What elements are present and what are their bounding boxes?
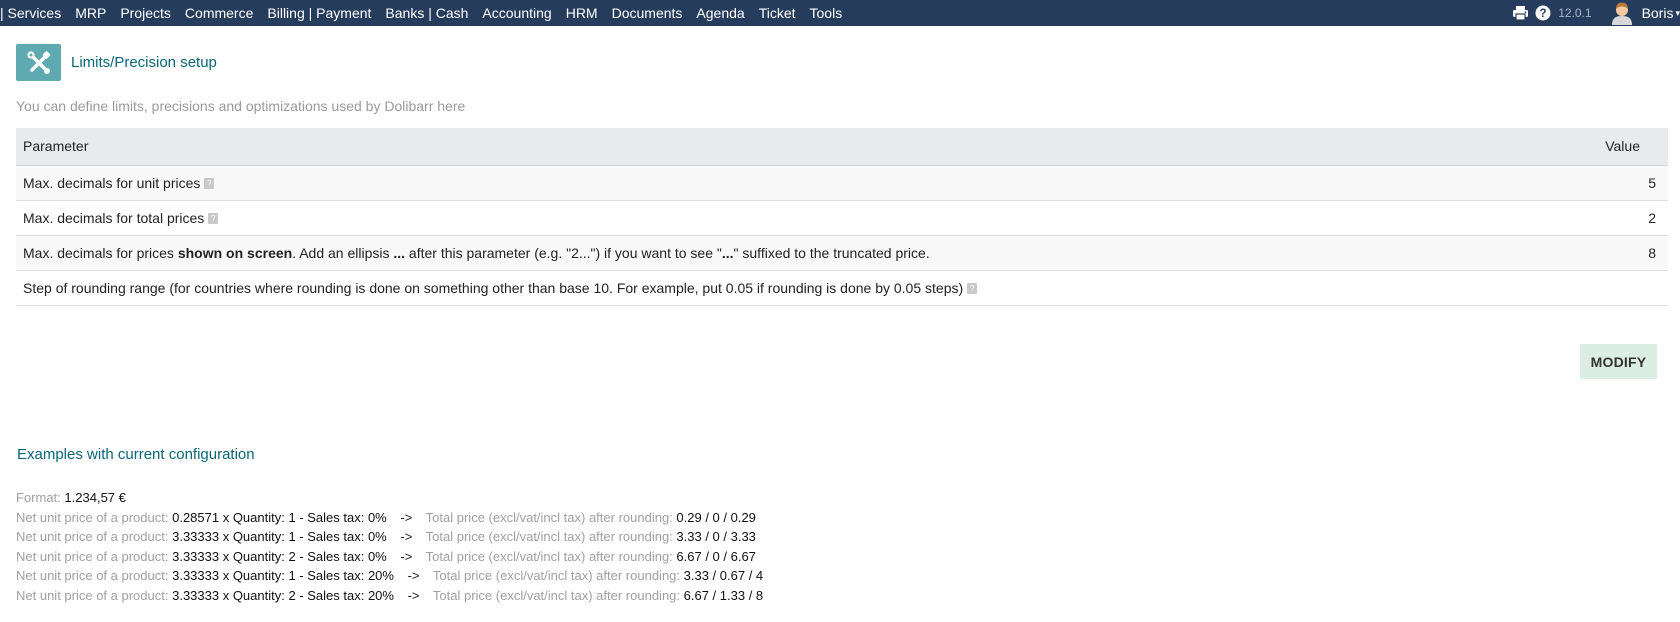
example-arrow: ->	[407, 587, 420, 603]
help-badge-icon[interactable]: ?	[967, 283, 978, 295]
version-label: 12.0.1	[1558, 6, 1592, 20]
top-navbar: | Services MRP Projects Commerce Billing…	[0, 0, 1680, 26]
example-line: Net unit price of a product: 0.28571 x Q…	[16, 508, 763, 528]
example-unit-label: Net unit price of a product:	[16, 529, 169, 544]
table-row: Max. decimals for total prices? 2	[16, 200, 1668, 236]
param-screen-decimals-bold: shown on screen	[177, 244, 293, 261]
main-menu: | Services MRP Projects Commerce Billing…	[0, 0, 849, 26]
menu-commerce[interactable]: Commerce	[178, 5, 260, 21]
menu-billing-payment[interactable]: Billing | Payment	[260, 5, 378, 21]
examples-title: Examples with current configuration	[17, 446, 255, 463]
example-total-label: Total price (excl/vat/incl tax) after ro…	[432, 568, 681, 583]
param-total-decimals-value: 2	[1548, 200, 1668, 236]
example-unit-value: 3.33333 x Quantity: 1 - Sales tax: 0%	[172, 529, 387, 544]
param-screen-decimals-text: . Add an ellipsis	[292, 244, 394, 261]
chevron-down-icon[interactable]: ▾	[1675, 8, 1680, 19]
example-unit-value: 3.33333 x Quantity: 2 - Sales tax: 20%	[172, 587, 394, 603]
example-arrow: ->	[400, 509, 413, 525]
row-label: Max. decimals for unit prices?	[16, 165, 1548, 201]
menu-documents[interactable]: Documents	[605, 5, 690, 21]
table-header-row: Parameter Value	[16, 128, 1668, 166]
format-line: Format: 1.234,57 €	[16, 488, 763, 508]
param-unit-decimals-value: 5	[1548, 165, 1668, 201]
example-arrow: ->	[407, 568, 420, 583]
modify-button[interactable]: MODIFY	[1580, 344, 1657, 379]
page-heading: Limits/Precision setup	[16, 44, 217, 81]
help-badge-icon[interactable]: ?	[208, 213, 219, 225]
examples-list: Format: 1.234,57 € Net unit price of a p…	[16, 488, 763, 605]
help-badge-icon[interactable]: ?	[204, 178, 215, 190]
example-unit-label: Net unit price of a product:	[16, 509, 169, 525]
user-avatar-icon[interactable]	[1610, 1, 1634, 25]
format-value: 1.234,57 €	[64, 490, 126, 505]
format-label: Format:	[16, 490, 61, 505]
param-total-decimals-label: Max. decimals for total prices	[23, 209, 205, 226]
menu-agenda[interactable]: Agenda	[689, 5, 751, 21]
example-line: Net unit price of a product: 3.33333 x Q…	[16, 586, 763, 606]
menu-hrm[interactable]: HRM	[559, 5, 605, 21]
param-screen-decimals-text2: after this parameter (e.g. "2...") if yo…	[405, 244, 722, 261]
example-unit-label: Net unit price of a product:	[16, 587, 169, 603]
header-parameter: Parameter	[16, 128, 1548, 166]
example-unit-label: Net unit price of a product:	[16, 548, 169, 564]
ellipsis-bold-2: ...	[721, 244, 734, 261]
param-screen-decimals-value: 8	[1548, 235, 1668, 271]
example-total-value: 3.33 / 0.67 / 4	[683, 568, 764, 583]
example-arrow: ->	[400, 548, 413, 564]
header-value: Value	[1548, 128, 1668, 166]
param-unit-decimals-label: Max. decimals for unit prices	[23, 174, 201, 191]
table-row: Max. decimals for unit prices? 5	[16, 165, 1668, 201]
table-row: Max. decimals for prices shown on screen…	[16, 235, 1668, 271]
menu-accounting[interactable]: Accounting	[475, 5, 558, 21]
example-unit-value: 3.33333 x Quantity: 2 - Sales tax: 0%	[172, 548, 387, 564]
param-screen-decimals-text3: " suffixed to the truncated price.	[733, 244, 930, 261]
menu-ticket[interactable]: Ticket	[752, 5, 803, 21]
page-title: Limits/Precision setup	[71, 54, 217, 71]
table-row: Step of rounding range (for countries wh…	[16, 270, 1668, 306]
menu-tools[interactable]: Tools	[803, 5, 850, 21]
tools-icon	[16, 44, 61, 81]
user-name-link[interactable]: Boris	[1642, 5, 1674, 21]
row-label: Step of rounding range (for countries wh…	[16, 270, 1548, 306]
menu-projects[interactable]: Projects	[113, 5, 178, 21]
page-description: You can define limits, precisions and op…	[16, 98, 466, 114]
menu-mrp[interactable]: MRP	[68, 5, 113, 21]
example-total-label: Total price (excl/vat/incl tax) after ro…	[425, 548, 673, 564]
example-line: Net unit price of a product: 3.33333 x Q…	[16, 547, 763, 567]
svg-text:?: ?	[1540, 8, 1547, 20]
example-total-value: 6.67 / 0 / 6.67	[676, 548, 756, 564]
parameters-table: Parameter Value Max. decimals for unit p…	[16, 128, 1668, 306]
example-unit-value: 3.33333 x Quantity: 1 - Sales tax: 20%	[172, 568, 394, 583]
example-line: Net unit price of a product: 3.33333 x Q…	[16, 566, 763, 586]
example-unit-value: 0.28571 x Quantity: 1 - Sales tax: 0%	[172, 509, 387, 525]
example-total-value: 3.33 / 0 / 3.33	[676, 529, 756, 544]
example-total-label: Total price (excl/vat/incl tax) after ro…	[425, 529, 673, 544]
top-right-tools: ? 12.0.1 Boris ▾	[1512, 0, 1680, 26]
example-total-label: Total price (excl/vat/incl tax) after ro…	[425, 509, 673, 525]
example-total-value: 6.67 / 1.33 / 8	[683, 587, 764, 603]
param-rounding-step-value	[1548, 270, 1668, 306]
menu-services[interactable]: | Services	[0, 5, 68, 21]
example-unit-label: Net unit price of a product:	[16, 568, 169, 583]
row-label: Max. decimals for prices shown on screen…	[16, 235, 1548, 271]
print-icon[interactable]	[1512, 5, 1529, 21]
example-line: Net unit price of a product: 3.33333 x Q…	[16, 527, 763, 547]
menu-banks-cash[interactable]: Banks | Cash	[378, 5, 475, 21]
help-icon[interactable]: ?	[1535, 5, 1551, 21]
example-arrow: ->	[400, 529, 413, 544]
ellipsis-bold: ...	[393, 244, 406, 261]
example-total-value: 0.29 / 0 / 0.29	[676, 509, 756, 525]
row-label: Max. decimals for total prices?	[16, 200, 1548, 236]
param-rounding-step-label: Step of rounding range (for countries wh…	[23, 279, 964, 296]
param-screen-decimals-label: Max. decimals for prices	[23, 244, 178, 261]
example-total-label: Total price (excl/vat/incl tax) after ro…	[432, 587, 681, 603]
